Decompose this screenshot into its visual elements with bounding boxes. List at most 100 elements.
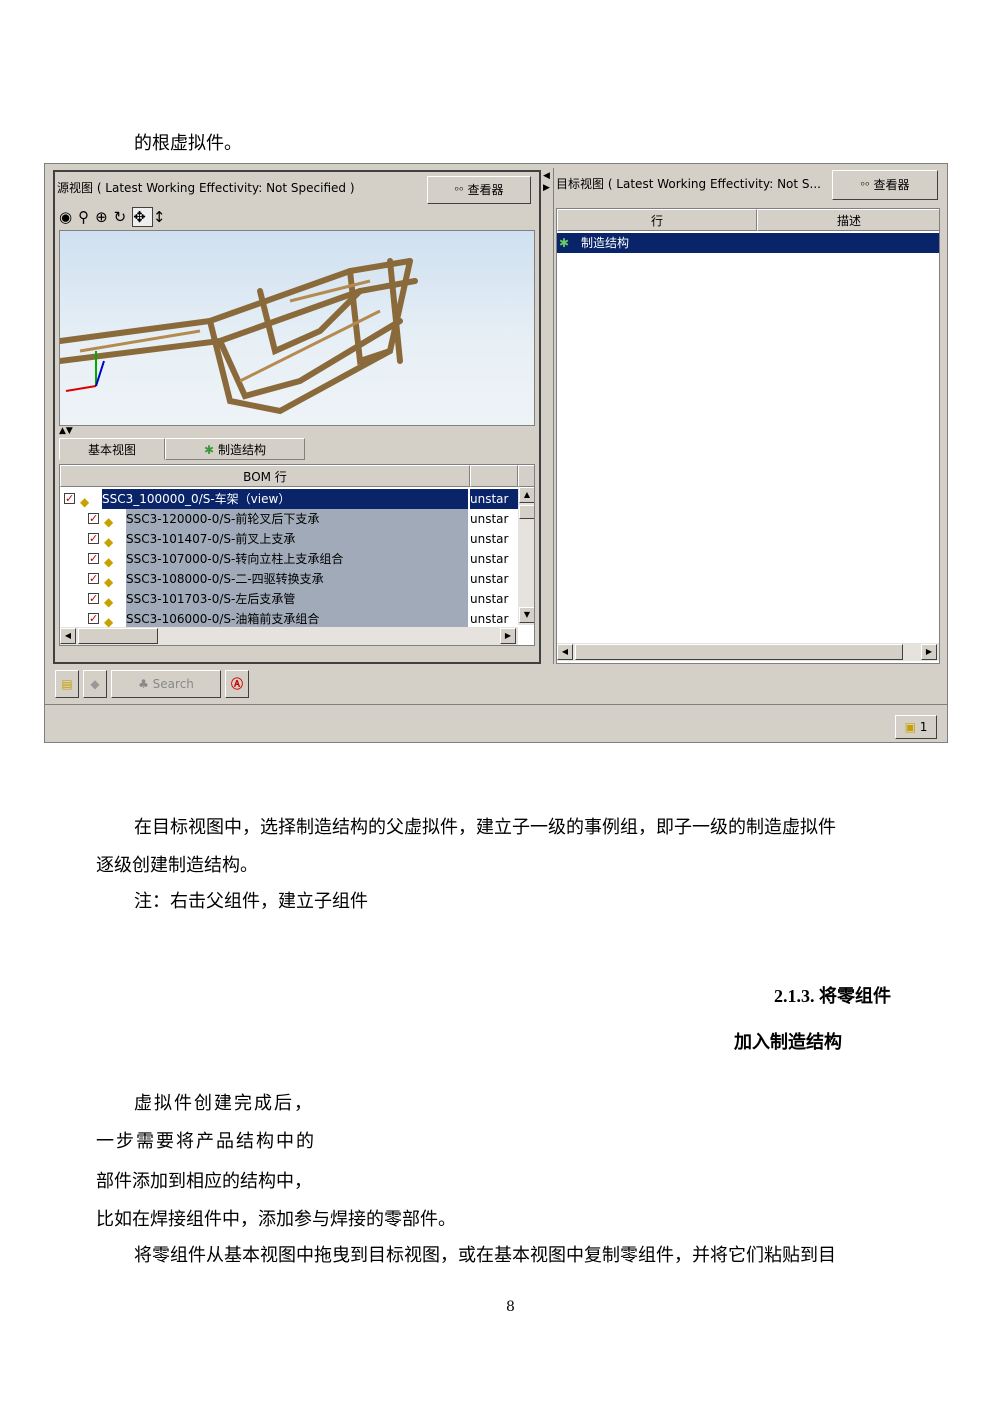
scroll-thumb[interactable] [519,505,534,519]
intro-line: 的根虚拟件。 [134,133,242,154]
search-icon: ♣ [138,677,149,691]
search-button-label: Search [152,677,194,691]
bom-row-status: unstar [470,572,509,586]
table-row[interactable]: ◆ SSC3-120000-0/S-前轮叉后下支承 unstar [60,509,518,529]
scroll-up-icon[interactable]: ▲ [519,487,534,503]
assembly-icon: ◆ [104,615,114,629]
status-bar: ▣ 1 [45,704,947,743]
assembly-icon: ✱ [559,236,570,250]
target-horizontal-scrollbar[interactable]: ◀ ▶ [557,643,939,661]
bom-row-label: SSC3-101703-0/S-左后支承管 [126,589,468,609]
para2-line4: 比如在焊接组件中，添加参与焊接的零部件。 [96,1209,456,1230]
target-col-desc[interactable]: 描述 [757,209,939,231]
rotate-icon[interactable]: ↻ [114,208,133,226]
checkbox-icon[interactable] [88,529,99,549]
para2-line3: 部件添加到相应的结构中， [96,1171,312,1192]
splitter-arrows[interactable]: ▲▼ [59,426,73,436]
tab-manufacturing-structure[interactable]: ✱ 制造结构 [165,438,305,460]
target-viewer-button-label: 查看器 [873,178,910,192]
bom-row-label: SSC3-120000-0/S-前轮叉后下支承 [126,509,468,529]
glasses-icon: ᵒᵒ [454,184,464,197]
horizontal-scrollbar[interactable]: ◀ ▶ [60,627,518,645]
eye-icon[interactable]: ◉ [59,208,78,226]
assembly-icon: ✱ [204,443,215,457]
alert-button[interactable]: Ⓐ [225,670,249,698]
table-row[interactable]: ◆ SSC3-101407-0/S-前叉上支承 unstar [60,529,518,549]
source-viewer-button[interactable]: ᵒᵒ 查看器 [427,176,531,204]
target-item[interactable]: ✱ 制造结构 [557,233,939,253]
bom-row-label: SSC3-101407-0/S-前叉上支承 [126,529,468,549]
checkbox-icon[interactable] [88,609,99,629]
section-heading-line2: 加入制造结构 [734,1032,842,1052]
target-icon[interactable]: ⊕ [95,208,114,226]
scroll-thumb-h[interactable] [575,644,903,660]
target-table: 行 描述 ✱ 制造结构 ◀ ▶ [556,208,940,664]
vertical-scrollbar[interactable]: ▲ ▼ [518,487,534,625]
frame-model [60,258,418,415]
target-view-title: 目标视图 ( Latest Working Effectivity: Not S… [556,177,821,191]
target-col-row[interactable]: 行 [557,209,757,231]
bom-row-label: SSC3_100000_0/S-车架（view） [102,489,468,509]
bom-row-label: SSC3-106000-0/S-油箱前支承组合 [126,609,468,629]
table-row[interactable]: ◆ SSC3-101703-0/S-左后支承管 unstar [60,589,518,609]
3d-viewer[interactable] [59,230,535,426]
target-viewer-button[interactable]: ᵒᵒ 查看器 [832,170,938,200]
para2-line2: 一步需要将产品结构中的 [96,1131,316,1152]
scroll-left-icon[interactable]: ◀ [60,628,76,644]
open-folder-button[interactable]: ▤ [55,670,79,698]
para1-line1: 在目标视图中，选择制造结构的父虚拟件，建立子一级的事例组，即子一级的制造虚拟件 [134,817,836,838]
zoom-icon[interactable]: ⚲ [78,208,95,226]
checkbox-icon[interactable] [88,589,99,609]
scroll-down-icon[interactable]: ▼ [519,607,534,623]
pan-icon[interactable]: ✥ [132,207,153,227]
assembly-icon: ◆ [104,595,114,609]
para1-line2: 逐级创建制造结构。 [96,855,258,876]
bom-row-label: SSC3-108000-0/S-二-四驱转换支承 [126,569,468,589]
search-button[interactable]: ♣ Search [111,670,221,698]
status-count[interactable]: ▣ 1 [895,715,937,739]
status-count-value: 1 [919,720,928,734]
viewer-toolbar: ◉⚲⊕↻✥↕ [59,206,259,228]
source-view-title: 源视图 ( Latest Working Effectivity: Not Sp… [57,181,355,195]
bom-header[interactable]: BOM 行 [60,465,470,487]
bom-row-status: unstar [470,592,509,606]
assembly-icon: ◆ [80,495,90,509]
bom-row-status: unstar [470,512,509,526]
checkbox-icon[interactable] [88,509,99,529]
vertical-pan-icon[interactable]: ↕ [153,208,172,226]
assembly-icon: ◆ [104,555,114,569]
checkbox-icon[interactable] [64,489,75,509]
glasses-icon: ᵒᵒ [860,179,870,192]
disabled-tool-button[interactable]: ◆ [83,670,107,698]
bom-row-status: unstar [470,489,518,509]
bom-table: BOM 行 ◆ SSC3_100000_0/S-车架（view） unstar … [59,464,535,646]
table-row[interactable]: ◆ SSC3-106000-0/S-油箱前支承组合 unstar [60,609,518,629]
assembly-icon: ◆ [104,515,114,529]
para3-line1: 将零组件从基本视图中拖曳到目标视图，或在基本视图中复制零组件，并将它们粘贴到目 [134,1245,836,1266]
table-row[interactable]: ◆ SSC3-107000-0/S-转向立柱上支承组合 unstar [60,549,518,569]
bom-row-root[interactable]: ◆ SSC3_100000_0/S-车架（view） unstar [60,489,518,509]
pane-collapse-arrows[interactable]: ◀ ▶ [543,170,550,194]
checkbox-icon[interactable] [88,549,99,569]
assembly-icon: ◆ [104,575,114,589]
tab-manufacturing-structure-label: 制造结构 [217,443,266,457]
para2-line1: 虚拟件创建完成后， [134,1093,314,1114]
note-line: 注：右击父组件，建立子组件 [134,891,368,912]
note-icon: ▣ [904,720,916,734]
scroll-left-icon[interactable]: ◀ [557,644,573,660]
table-row[interactable]: ◆ SSC3-108000-0/S-二-四驱转换支承 unstar [60,569,518,589]
source-viewer-button-label: 查看器 [467,183,504,197]
checkbox-icon[interactable] [88,569,99,589]
target-view-pane: 目标视图 ( Latest Working Effectivity: Not S… [553,168,942,664]
scroll-right-icon[interactable]: ▶ [921,644,937,660]
scroll-right-icon[interactable]: ▶ [500,628,516,644]
section-heading-line1: 2.1.3. 将零组件 [774,986,891,1006]
scroll-thumb-h[interactable] [78,628,158,644]
bom-row-label: SSC3-107000-0/S-转向立柱上支承组合 [126,549,468,569]
bom-row-status: unstar [470,532,509,546]
assembly-icon: ◆ [104,535,114,549]
page-number: 8 [506,1299,515,1315]
status-header[interactable] [470,465,518,487]
tab-basic-view[interactable]: 基本视图 [59,438,165,460]
header-corner [518,465,534,487]
